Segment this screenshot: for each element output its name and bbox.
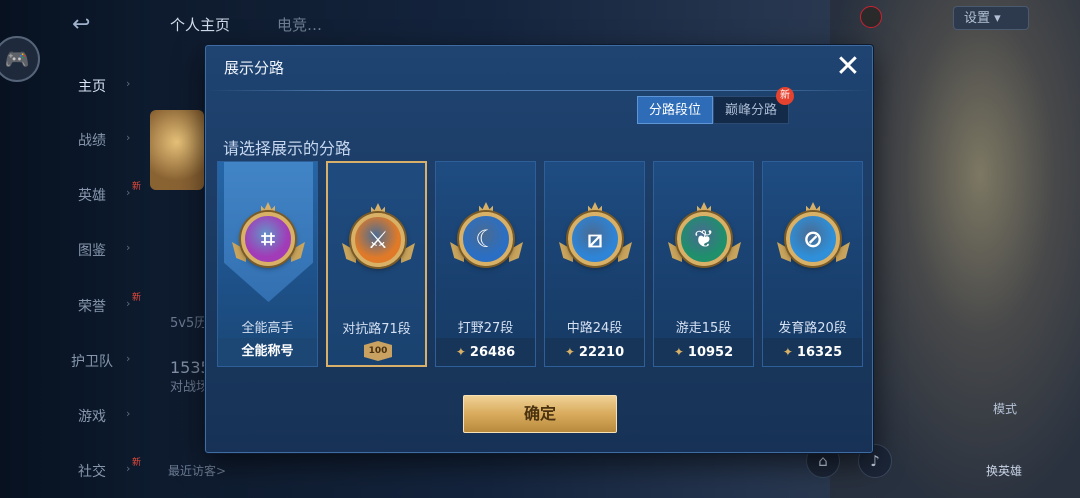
sidebar-item-label: 游戏 — [78, 409, 106, 425]
chevron-right-icon: › — [126, 186, 131, 199]
switch-hero-button[interactable]: 换英雄 — [986, 462, 1022, 479]
new-dot-icon: 新 — [132, 182, 142, 192]
lane-footer: ✦ 16325 — [763, 338, 862, 366]
sidebar-item-0[interactable]: 主页 › — [60, 76, 130, 96]
recent-visitors-link[interactable]: 最近访客> — [168, 462, 226, 479]
lane-card-3[interactable]: ⧄ 中路24段 ✦ 22210 — [544, 161, 645, 367]
segment-control: 分路段位 巅峰分路 新 — [637, 87, 795, 124]
rank-points: 22210 — [578, 345, 625, 360]
sidebar-item-label: 荣誉 — [78, 299, 106, 315]
rank-points-icon: ✦ — [782, 345, 793, 359]
rank-points: 10952 — [687, 345, 734, 360]
chevron-right-icon: › — [126, 131, 131, 144]
lane-card-4[interactable]: ❦ 游走15段 ✦ 10952 — [653, 161, 754, 367]
avatar[interactable] — [150, 110, 204, 190]
sidebar-item-label: 主页 — [78, 79, 106, 95]
lane-label: 游走15段 — [675, 321, 732, 336]
lane-label: 对抗路71段 — [342, 322, 411, 337]
segment-peak-lane-label: 巅峰分路 — [725, 103, 778, 118]
mode-label: 模式 — [993, 402, 1018, 416]
settings-dropdown[interactable]: 设置 ▾ — [953, 6, 1029, 30]
chevron-right-icon: › — [126, 241, 131, 254]
chevron-right-icon: › — [126, 297, 131, 310]
sidebar: ↩ 🎮 主页 › 战绩 › 英雄 › 新图鉴 › 荣誉 › 新护卫队 › 游戏 › 社交 › 新 — [0, 0, 150, 498]
select-prompt: 请选择展示的分路 — [223, 139, 352, 158]
new-badge: 新 — [776, 87, 795, 105]
sidebar-item-label: 战绩 — [78, 133, 106, 149]
sidebar-item-2[interactable]: 英雄 › 新 — [60, 182, 141, 205]
rank-points: 16325 — [796, 345, 843, 360]
lane-footer-text: 全能称号 — [241, 344, 294, 359]
gamepad-icon[interactable]: 🎮 — [0, 36, 40, 82]
sidebar-item-7[interactable]: 社交 › 新 — [60, 458, 141, 481]
close-icon[interactable]: ✕ — [832, 52, 864, 84]
rank-points-icon: ✦ — [455, 345, 466, 359]
segment-peak-lane[interactable]: 巅峰分路 新 — [713, 87, 795, 124]
roam-emblem-icon: ❦ — [677, 212, 731, 266]
header-divider — [206, 90, 872, 91]
rank-badge: 100 — [364, 341, 392, 361]
lane-card-2[interactable]: ☾ 打野27段 ✦ 26486 — [435, 161, 536, 367]
back-arrow-icon[interactable]: ↩ — [72, 14, 116, 36]
tab-personal-home[interactable]: 个人主页 — [170, 14, 230, 35]
lane-label: 全能高手 — [241, 321, 294, 336]
sidebar-item-6[interactable]: 游戏 › — [60, 406, 130, 426]
sidebar-item-3[interactable]: 图鉴 › — [60, 240, 130, 260]
rank-points-icon: ✦ — [673, 345, 684, 359]
tab-esports[interactable]: 电竞… — [277, 14, 322, 35]
vip-icon — [860, 6, 882, 28]
sidebar-item-label: 英雄 — [78, 188, 106, 204]
mid-lane-emblem-icon: ⧄ — [568, 212, 622, 266]
clash-lane-emblem-icon: ⚔ — [351, 213, 405, 267]
chevron-right-icon: › — [126, 407, 131, 420]
sidebar-item-4[interactable]: 荣誉 › 新 — [60, 293, 141, 316]
lane-card-0[interactable]: ⌗ 全能高手全能称号 — [217, 161, 318, 367]
chevron-right-icon: › — [126, 462, 131, 475]
dialog-title: 展示分路 — [224, 59, 285, 77]
sidebar-item-5[interactable]: 护卫队 › — [60, 351, 130, 371]
lane-footer: ✦ 10952 — [654, 338, 753, 366]
lane-display-dialog: 展示分路 ✕ 分路段位 巅峰分路 新 请选择展示的分路 ⌗ 全能高手全能称号 ⚔ 对抗… — [205, 45, 873, 453]
farm-lane-emblem-icon: ⊘ — [786, 212, 840, 266]
lane-label: 打野27段 — [457, 321, 514, 336]
sidebar-item-label: 图鉴 — [78, 243, 106, 259]
chevron-right-icon: › — [126, 77, 131, 90]
chevron-right-icon: › — [126, 352, 131, 365]
new-dot-icon: 新 — [132, 293, 142, 303]
rank-points-icon: ✦ — [564, 345, 575, 359]
sidebar-item-label: 社交 — [78, 464, 106, 480]
lane-footer: ✦ 22210 — [545, 338, 644, 366]
lane-label: 发育路20段 — [778, 321, 847, 336]
sidebar-item-label: 护卫队 — [71, 354, 113, 370]
lane-label: 中路24段 — [566, 321, 623, 336]
lane-card-1[interactable]: ⚔ 对抗路71段 100 — [326, 161, 427, 367]
segment-lane-rank[interactable]: 分路段位 — [637, 96, 714, 124]
jungle-emblem-icon: ☾ — [459, 212, 513, 266]
all-round-emblem-icon: ⌗ — [241, 212, 295, 266]
rank-points: 26486 — [469, 345, 516, 360]
lane-card-5[interactable]: ⊘ 发育路20段 ✦ 16325 — [762, 161, 863, 367]
sidebar-item-1[interactable]: 战绩 › — [60, 130, 130, 150]
new-dot-icon: 新 — [132, 458, 142, 468]
confirm-button[interactable]: 确定 — [463, 395, 617, 433]
lane-footer: ✦ 26486 — [436, 338, 535, 366]
settings-label: 设置 — [964, 11, 991, 26]
lane-footer: 全能称号 — [218, 338, 317, 366]
